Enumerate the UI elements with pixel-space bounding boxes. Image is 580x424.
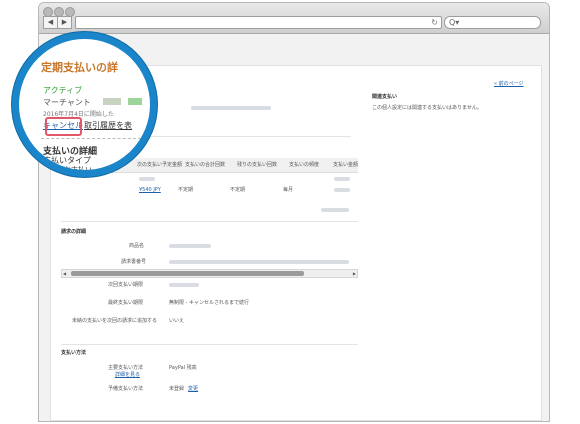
redacted-cell [334,177,350,181]
invoice-number-redacted [169,260,349,264]
search-field[interactable]: Q▾ [444,16,541,29]
horizontal-scrollbar[interactable]: ◀ ▶ [61,269,358,278]
change-link[interactable]: 変更 [188,386,198,393]
next-amount-value[interactable]: ¥540 JPY [139,187,161,194]
item-name-label: 商品名 [129,243,145,249]
forward-icon: ▶ [61,18,68,26]
table-header-frequency: 支払いの頻度 [289,162,320,168]
related-payments-title: 関連支払い [372,94,398,100]
item-name-redacted [169,244,211,248]
table-header-remaining-count: 残りの支払い回数 [237,162,278,168]
next-due-label: 次回支払い期限 [108,282,144,288]
details-link[interactable]: 詳細を見る [115,372,140,379]
zoom-divider [41,138,141,139]
address-bar[interactable]: ↻ [75,16,442,29]
previous-page-link[interactable]: « 前のページ [494,81,524,88]
backup-method-value: 未登録 [169,386,185,392]
scroll-right-icon[interactable]: ▶ [353,270,356,277]
frequency-value: 毎月 [283,187,294,193]
invoice-number-label: 請求書番号 [121,259,147,265]
remaining-count-value: 不定期 [230,187,246,193]
last-due-value: 無制限 - キャンセルされるまで続行 [169,300,249,306]
divider [61,221,358,222]
merchant-email-redacted [191,106,271,110]
total-count-value: 不定期 [178,187,194,193]
scrollbar-thumb[interactable] [71,271,304,276]
back-icon: ◀ [47,18,54,26]
table-header-amount: 支払い金額 [333,162,359,168]
redacted-cell [139,177,155,181]
amount-value-redacted [334,188,350,192]
add-unpaid-label: 未納の支払いを次回の請求に追加する [71,318,157,324]
forward-button[interactable]: ▶ [57,16,72,29]
table-header-next-amount: 次の支払い予定金額 [137,162,183,168]
payment-method-title: 支払い方法 [61,350,87,356]
next-due-redacted [169,283,199,287]
cancel-highlight-box [45,117,82,136]
primary-method-value: PayPal 残高 [169,365,197,371]
history-link[interactable]: 取引履歴を表 [84,120,132,131]
table-header-total-count: 支払いの合計回数 [185,162,226,168]
related-payments-text: この個人設定には関連する支払いはありません。 [372,105,482,111]
backup-method-label: 予備支払い方法 [108,386,144,392]
last-due-label: 最終支払い期限 [108,300,144,306]
zoom-status: アクティブ [43,86,83,95]
primary-method-label: 主要支払い方法 [108,365,144,371]
divider [61,344,358,345]
billing-section-title: 請求の詳細 [61,229,87,235]
reload-icon[interactable]: ↻ [431,17,438,28]
total-redacted [321,208,349,212]
zoom-merchant-redacted [103,98,121,105]
zoom-page-title: 定期支払いの詳 [41,61,118,74]
zoom-merchant-label: マーチャント [43,98,91,107]
scroll-left-icon[interactable]: ◀ [63,270,66,277]
back-button[interactable]: ◀ [43,16,58,29]
search-icon: Q▾ [449,18,460,27]
browser-toolbar: ◀ ▶ ↻ Q▾ [39,3,549,34]
magnifier-callout: 定期支払いの詳 アクティブ マーチャント 2016年7月4日に開始した キャンセ… [12,32,157,177]
zoom-verified-badge [128,98,142,105]
add-unpaid-value: いいえ [169,318,185,324]
